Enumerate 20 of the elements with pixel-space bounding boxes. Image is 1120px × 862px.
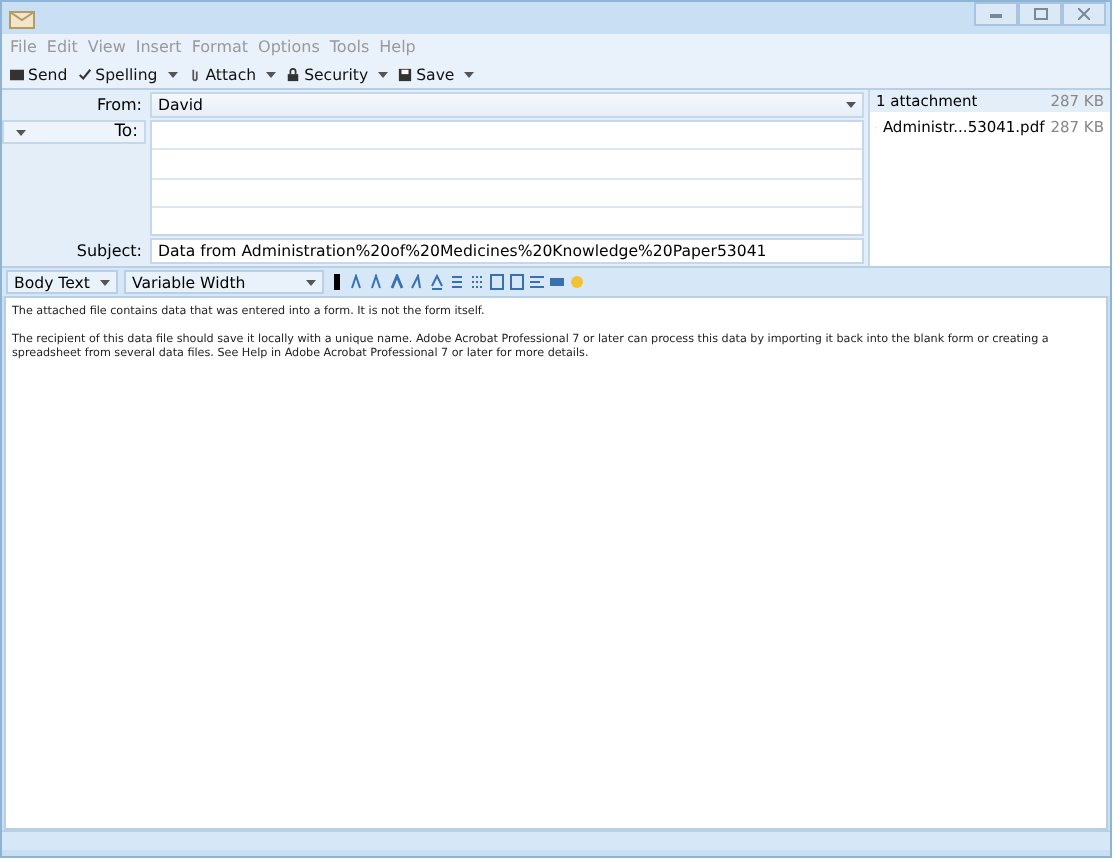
subject-label: Subject: bbox=[74, 240, 144, 260]
align-icon[interactable] bbox=[530, 274, 544, 290]
caret-icon bbox=[16, 129, 26, 135]
restore-icon bbox=[1033, 8, 1047, 20]
bullet-list-icon[interactable] bbox=[450, 274, 464, 290]
paperclip-icon bbox=[187, 67, 202, 81]
recipient-field[interactable] bbox=[150, 120, 864, 236]
checkmark-icon bbox=[77, 67, 92, 81]
caret-icon bbox=[846, 102, 856, 108]
from-label: From: bbox=[94, 94, 144, 114]
to-button[interactable]: To: bbox=[2, 120, 146, 144]
close-button[interactable] bbox=[1062, 2, 1106, 26]
minimize-icon bbox=[990, 10, 1002, 18]
caret-icon bbox=[100, 279, 110, 285]
lock-icon bbox=[286, 67, 301, 81]
caret-icon bbox=[306, 279, 316, 285]
close-icon bbox=[1078, 8, 1090, 20]
maximize-button[interactable] bbox=[1018, 2, 1062, 26]
envelope-icon bbox=[8, 6, 36, 30]
minimize-button[interactable] bbox=[974, 2, 1018, 26]
